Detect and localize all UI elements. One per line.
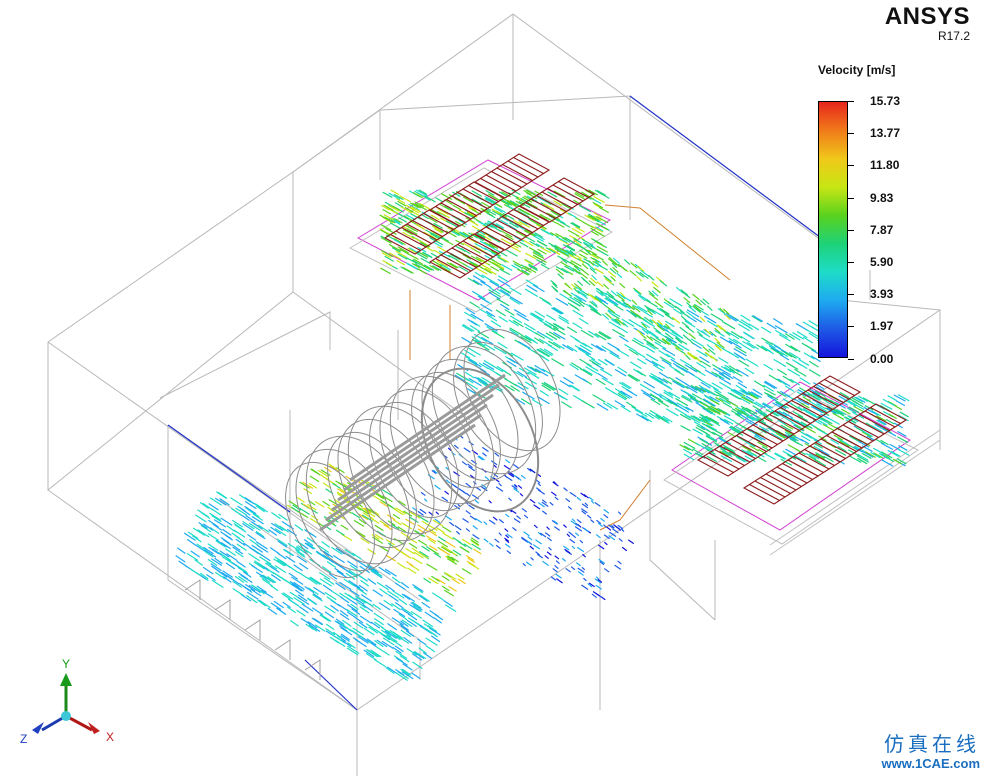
fan-wireframe [285, 328, 561, 579]
colorbar-tick [848, 101, 854, 102]
triad-y-label: Y [62, 657, 70, 671]
triad-x-label: X [106, 730, 114, 744]
axis-triad: Y X Z [20, 657, 114, 746]
colorbar-tick-label: 7.87 [870, 222, 894, 237]
colorbar-tick-label: 5.90 [870, 255, 894, 269]
velocity-colorbar [818, 101, 848, 358]
triad-z-label: Z [20, 732, 27, 746]
colorbar-tick [848, 326, 854, 328]
colorbar-tick [848, 294, 854, 296]
legend-title: Velocity [m/s] [818, 63, 896, 77]
brand-version: R17.2 [937, 29, 970, 43]
watermark: 仿真在线 www.1CAE.com [842, 732, 980, 772]
colorbar-tick [848, 262, 854, 263]
colorbar-tick-label: 11.80 [870, 158, 900, 173]
watermark-url: www.1CAE.com [881, 756, 980, 771]
colorbar-tick-label: 1.97 [870, 319, 894, 334]
ansys-logo: ANSYS R17.2 [885, 4, 970, 43]
colorbar-tick [848, 358, 854, 360]
colorbar-tick [848, 197, 854, 199]
watermark-title: 仿真在线 [884, 732, 980, 756]
duct-outline [599, 204, 731, 531]
colorbar-tick [848, 165, 854, 167]
colorbar-tick-label: 0.00 [870, 351, 894, 366]
colorbar-tick-label: 9.83 [870, 190, 894, 205]
colorbar-tick [848, 133, 854, 135]
colorbar-tick [848, 229, 854, 231]
colorbar-tick-label: 13.77 [870, 126, 901, 141]
colorbar-tick-label: 3.93 [870, 287, 894, 302]
boundary-edges [167, 95, 841, 711]
colorbar-tick-label: 15.73 [870, 94, 901, 108]
brand-name: ANSYS [884, 3, 970, 30]
velocity-vectors [175, 189, 910, 681]
